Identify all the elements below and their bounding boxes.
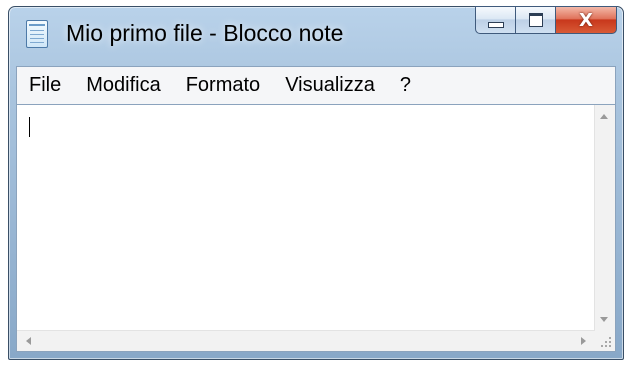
menu-formato[interactable]: Formato bbox=[186, 74, 260, 97]
title-bar[interactable]: Mio primo file - Blocco note X bbox=[9, 6, 623, 63]
grip-dot bbox=[609, 337, 611, 339]
arrow-left-icon[interactable] bbox=[26, 337, 31, 345]
text-caret bbox=[29, 117, 30, 137]
notepad-icon[interactable] bbox=[26, 20, 48, 48]
notepad-window: Mio primo file - Blocco note X File Modi… bbox=[8, 6, 624, 360]
maximize-button[interactable] bbox=[515, 6, 555, 34]
menu-modifica[interactable]: Modifica bbox=[86, 74, 160, 97]
text-editor[interactable] bbox=[16, 104, 616, 352]
arrow-right-icon[interactable] bbox=[581, 337, 586, 345]
minimize-button[interactable] bbox=[475, 6, 515, 34]
caption-buttons: X bbox=[475, 6, 617, 34]
grip-dot bbox=[609, 341, 611, 343]
vertical-scrollbar[interactable] bbox=[594, 105, 615, 331]
window-title: Mio primo file - Blocco note bbox=[66, 20, 344, 46]
grip-dot bbox=[605, 341, 607, 343]
menu-visualizza[interactable]: Visualizza bbox=[285, 74, 375, 97]
horizontal-scrollbar[interactable] bbox=[17, 330, 595, 351]
size-grip[interactable] bbox=[595, 331, 615, 351]
grip-dot bbox=[605, 345, 607, 347]
grip-dot bbox=[601, 345, 603, 347]
minimize-icon bbox=[487, 21, 504, 28]
arrow-up-icon[interactable] bbox=[600, 114, 608, 119]
menu-help[interactable]: ? bbox=[400, 74, 411, 97]
close-button[interactable]: X bbox=[555, 6, 617, 34]
close-icon: X bbox=[579, 9, 593, 31]
arrow-down-icon[interactable] bbox=[600, 317, 608, 322]
menu-file[interactable]: File bbox=[29, 74, 61, 97]
menu-bar: File Modifica Formato Visualizza ? bbox=[16, 66, 616, 104]
grip-dot bbox=[609, 345, 611, 347]
maximize-icon bbox=[528, 13, 543, 27]
